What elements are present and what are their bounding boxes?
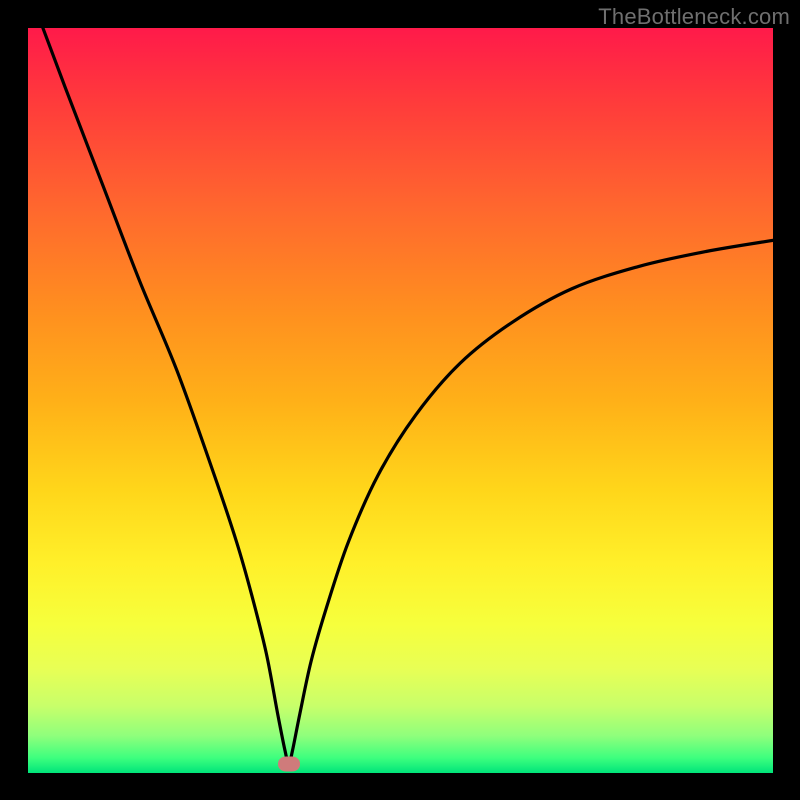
optimal-point-marker — [278, 757, 300, 772]
watermark-text: TheBottleneck.com — [598, 4, 790, 30]
plot-area — [28, 28, 773, 773]
chart-frame: TheBottleneck.com — [0, 0, 800, 800]
bottleneck-curve — [28, 28, 773, 773]
